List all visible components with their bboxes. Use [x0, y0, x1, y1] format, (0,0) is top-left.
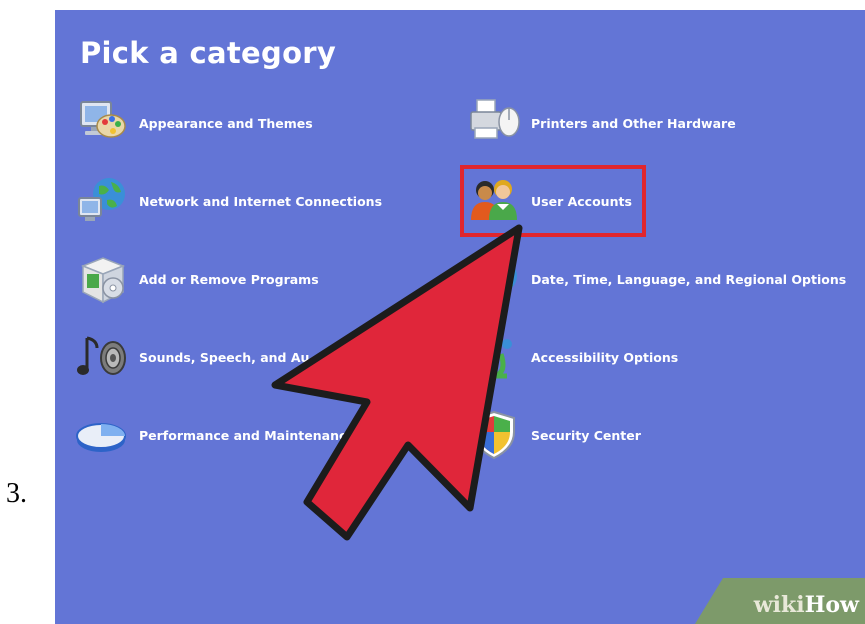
category-add-remove-programs[interactable]: Add or Remove Programs: [73, 256, 319, 304]
category-network-internet[interactable]: Network and Internet Connections: [73, 178, 382, 224]
performance-pie-icon: [76, 423, 126, 452]
category-label: Date, Time, Language, and Regional Optio…: [531, 271, 847, 287]
category-appearance-themes[interactable]: Appearance and Themes: [73, 100, 313, 146]
category-label: Add or Remove Programs: [139, 271, 319, 287]
page-title: Pick a category: [80, 36, 337, 70]
watermark-how: How: [804, 592, 859, 618]
sounds-speaker-icon: [77, 336, 126, 375]
security-shield-icon: [473, 410, 515, 460]
category-printers-hardware[interactable]: Printers and Other Hardware: [465, 99, 736, 146]
watermark-text: wikiHow: [754, 592, 859, 618]
category-label: Network and Internet Connections: [139, 193, 383, 209]
category-performance-maintenance[interactable]: Performance and Maintenanc: [73, 412, 346, 458]
accessibility-icon: [493, 339, 512, 379]
wikihow-watermark: wikiHow: [695, 578, 865, 624]
category-label: Printers and Other Hardware: [531, 115, 736, 131]
category-label: Appearance and Themes: [139, 115, 313, 131]
highlight-box: [460, 165, 646, 237]
category-label: Accessibility Options: [531, 349, 679, 365]
category-accessibility[interactable]: Accessibility Options: [465, 334, 678, 380]
printer-mouse-icon: [470, 99, 520, 139]
control-panel-window: Pick a category Appearance and Themes Ne…: [55, 10, 865, 624]
category-security-center[interactable]: Security Center: [465, 410, 641, 460]
category-date-time-language[interactable]: Date, Time, Language, and Regional Optio…: [465, 256, 846, 302]
network-globe-icon: [78, 178, 125, 221]
category-sounds-speech[interactable]: Sounds, Speech, and Au: [73, 334, 309, 380]
appearance-themes-icon: [80, 101, 126, 138]
watermark-wiki: wiki: [753, 592, 805, 618]
date-time-globe-icon: [485, 260, 517, 292]
add-remove-programs-icon: [80, 257, 126, 304]
category-label: Security Center: [531, 427, 641, 443]
category-label: Performance and Maintenanc: [139, 427, 347, 443]
category-label: Sounds, Speech, and Au: [139, 349, 310, 365]
step-number: 3.: [6, 478, 27, 509]
